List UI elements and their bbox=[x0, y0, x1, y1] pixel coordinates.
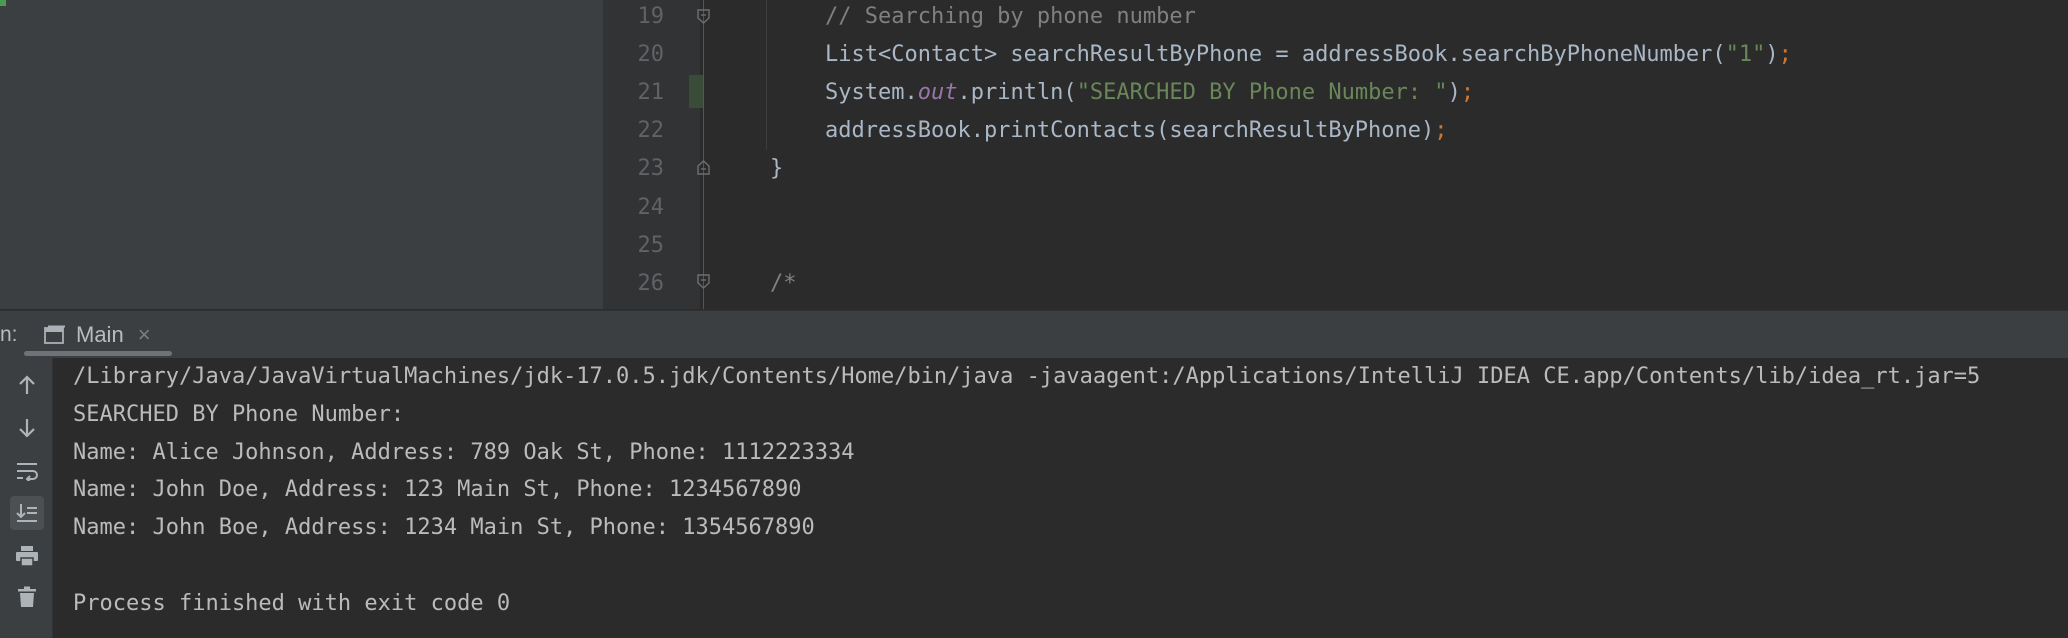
line-number[interactable]: 25 bbox=[604, 227, 665, 265]
code-token: ) bbox=[1447, 80, 1461, 105]
fold-icon[interactable] bbox=[696, 160, 711, 175]
code-token: System. bbox=[825, 80, 918, 105]
code-token: out bbox=[917, 80, 958, 105]
line-number[interactable]: 19 bbox=[604, 0, 665, 36]
scroll-to-end-icon[interactable] bbox=[10, 496, 44, 530]
tab-main-label: Main bbox=[76, 321, 124, 347]
run-label: n: bbox=[0, 323, 18, 346]
arrow-down-icon[interactable] bbox=[10, 411, 44, 445]
line-number[interactable]: 26 bbox=[604, 265, 665, 303]
code-token: List<Contact> searchResultByPhone = addr… bbox=[825, 42, 1726, 67]
project-panel bbox=[0, 0, 604, 309]
code-line[interactable]: // Searching by phone number bbox=[825, 0, 1196, 36]
line-number[interactable]: 20 bbox=[604, 36, 665, 74]
code-token: ; bbox=[1460, 80, 1475, 105]
soft-wrap-icon[interactable] bbox=[10, 454, 44, 488]
code-line[interactable]: addressBook.printContacts(searchResultBy… bbox=[825, 112, 1448, 150]
code-line[interactable]: } bbox=[770, 150, 783, 188]
vcs-change-marker[interactable] bbox=[689, 75, 703, 108]
line-number[interactable]: 24 bbox=[604, 189, 665, 227]
run-toolbar bbox=[0, 358, 53, 638]
console-line: Name: John Boe, Address: 1234 Main St, P… bbox=[73, 515, 815, 540]
code-token: ; bbox=[1434, 118, 1448, 143]
print-icon[interactable] bbox=[10, 539, 44, 573]
console-line: Name: John Doe, Address: 123 Main St, Ph… bbox=[73, 477, 802, 502]
code-line[interactable]: /* bbox=[770, 265, 797, 303]
console-line: SEARCHED BY Phone Number: bbox=[73, 402, 405, 427]
code-token: .println( bbox=[957, 80, 1077, 105]
console-line: /Library/Java/JavaVirtualMachines/jdk-17… bbox=[73, 364, 1981, 389]
line-number[interactable]: 21 bbox=[604, 74, 665, 112]
code-token: ) bbox=[1765, 42, 1779, 67]
arrow-up-icon[interactable] bbox=[10, 368, 44, 402]
console-line: Name: Alice Johnson, Address: 789 Oak St… bbox=[73, 440, 855, 465]
console-line: Process finished with exit code 0 bbox=[73, 591, 511, 616]
code-token: /* bbox=[770, 271, 797, 296]
console-icon bbox=[44, 325, 65, 344]
code-token: addressBook.printContacts(searchResultBy… bbox=[825, 118, 1435, 143]
vcs-marker bbox=[0, 0, 6, 6]
line-number[interactable]: 23 bbox=[604, 150, 665, 188]
trash-icon[interactable] bbox=[10, 580, 44, 614]
code-token: } bbox=[770, 156, 784, 181]
indent-guide bbox=[766, 0, 767, 150]
active-tab-indicator bbox=[24, 351, 172, 356]
code-token: // Searching by phone number bbox=[825, 4, 1196, 29]
close-icon[interactable]: × bbox=[138, 322, 151, 348]
line-number[interactable]: 22 bbox=[604, 112, 665, 150]
code-token: "1" bbox=[1725, 42, 1766, 67]
code-line[interactable]: System.out.println("SEARCHED BY Phone Nu… bbox=[825, 74, 1474, 112]
code-token: "SEARCHED BY Phone Number: " bbox=[1076, 80, 1448, 105]
fold-icon[interactable] bbox=[696, 9, 711, 24]
fold-icon[interactable] bbox=[696, 274, 711, 289]
run-tool-window-header: n: Main × bbox=[0, 310, 2068, 359]
code-line[interactable]: List<Contact> searchResultByPhone = addr… bbox=[825, 36, 1792, 74]
code-token: ; bbox=[1778, 42, 1792, 67]
